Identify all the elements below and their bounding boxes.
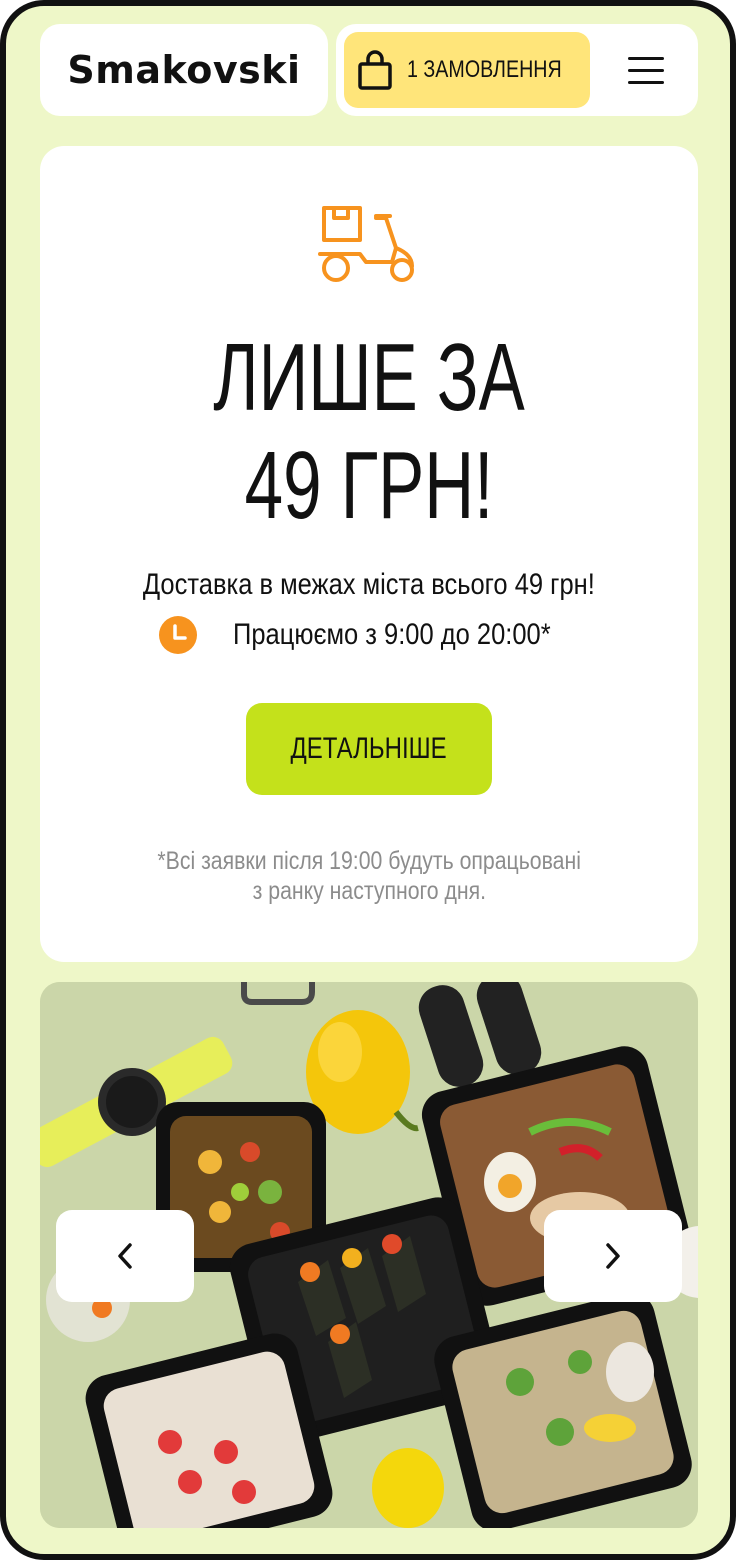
slider-prev-button[interactable]: [56, 1210, 194, 1302]
orders-note-line-1: *Всі заявки після 19:00 будуть опрацьова…: [157, 847, 581, 875]
logo[interactable]: Smakovski: [67, 48, 300, 92]
shopping-bag-icon: [358, 50, 392, 90]
header-nav: 1 ЗАМОВЛЕННЯ: [336, 24, 698, 116]
working-hours: Працюємо з 9:00 до 20:00*: [40, 616, 698, 654]
orders-note: *Всі заявки після 19:00 будуть опрацьова…: [80, 846, 658, 906]
cart-orders-button[interactable]: 1 ЗАМОВЛЕННЯ: [344, 32, 590, 108]
headline-line-1: ЛИШЕ ЗА: [213, 324, 525, 431]
orders-note-line-2: з ранку наступного дня.: [252, 877, 486, 905]
details-button[interactable]: ДЕТАЛЬНІШЕ: [246, 703, 492, 795]
logo-container[interactable]: Smakovski: [40, 24, 328, 116]
delivery-subtitle: Доставка в межах міста всього 49 грн!: [143, 568, 595, 601]
delivery-promo-card: ЛИШЕ ЗА 49 ГРН! Доставка в межах міста в…: [40, 146, 698, 962]
delivery-scooter-icon: [318, 206, 414, 282]
food-image-slider[interactable]: [40, 982, 698, 1528]
promo-headline: ЛИШЕ ЗА 49 ГРН!: [40, 324, 698, 540]
phone-frame: Smakovski 1 ЗАМОВЛЕННЯ ЛИШЕ ЗА 49 ГРН! Д…: [0, 0, 736, 1560]
chevron-left-icon: [118, 1243, 132, 1269]
headline-line-2: 49 ГРН!: [244, 432, 494, 539]
clock-icon: [159, 616, 198, 654]
cart-orders-label: 1 ЗАМОВЛЕННЯ: [407, 56, 562, 83]
hamburger-menu-icon[interactable]: [628, 57, 664, 85]
details-button-label: ДЕТАЛЬНІШЕ: [290, 732, 448, 765]
chevron-right-icon: [606, 1243, 620, 1269]
working-hours-text: Працюємо з 9:00 до 20:00*: [233, 618, 551, 651]
slider-next-button[interactable]: [544, 1210, 682, 1302]
